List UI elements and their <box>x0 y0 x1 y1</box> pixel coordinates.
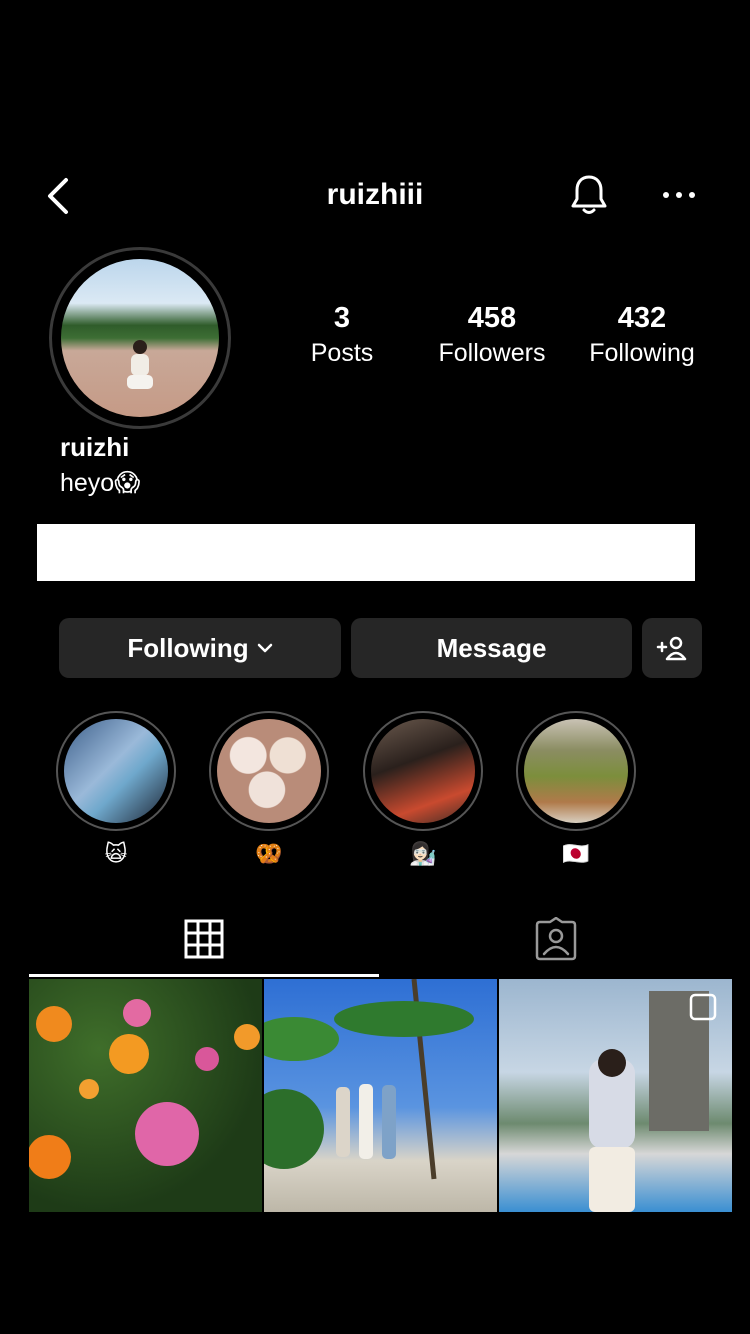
following-button[interactable]: Following <box>59 618 341 678</box>
stat-value: 3 <box>333 302 351 334</box>
post-thumbnail[interactable] <box>264 979 497 1212</box>
highlight-ring <box>363 711 483 831</box>
stat-label: Following <box>589 339 695 367</box>
highlight-cover <box>371 719 475 823</box>
bio-text: heyo😱 <box>60 469 141 497</box>
tab-grid[interactable] <box>29 900 379 978</box>
story-highlight[interactable]: 👩🏻‍🔬 <box>363 711 483 869</box>
stat-value: 458 <box>467 302 517 334</box>
chevron-down-icon <box>257 643 272 653</box>
flowers-photo <box>29 999 260 1179</box>
add-user-icon <box>656 636 687 661</box>
tagged-icon <box>535 917 577 961</box>
highlight-ring <box>516 711 636 831</box>
avatar <box>61 259 219 417</box>
display-name: ruizhi <box>60 432 130 462</box>
highlight-ring <box>209 711 329 831</box>
profile-tabs <box>29 900 732 978</box>
stat-label: Followers <box>438 339 546 367</box>
message-button[interactable]: Message <box>351 618 632 678</box>
highlight-label: 🇯🇵 <box>562 841 590 866</box>
more-options-button[interactable] <box>656 178 702 212</box>
stat-value: 432 <box>617 302 667 334</box>
add-user-button[interactable] <box>642 618 702 678</box>
notifications-button[interactable] <box>566 172 612 218</box>
tab-tagged[interactable] <box>381 900 731 978</box>
building-photo <box>589 991 717 1212</box>
highlight-label: 🥨 <box>255 841 283 866</box>
bell-icon <box>571 175 607 214</box>
story-highlight[interactable]: 🙀 <box>56 711 176 869</box>
post-thumbnail[interactable] <box>499 979 732 1212</box>
palm-trees-photo <box>264 979 474 1180</box>
message-button-label: Message <box>436 632 547 663</box>
highlight-ring <box>56 711 176 831</box>
highlight-cover <box>64 719 168 823</box>
story-highlight[interactable]: 🇯🇵 <box>516 711 636 869</box>
person-silhouette <box>127 340 153 389</box>
more-icon <box>663 192 695 198</box>
story-highlight[interactable]: 🥨 <box>209 711 329 869</box>
profile-avatar-ring[interactable] <box>49 247 231 429</box>
stat-following[interactable]: 432 Following <box>567 300 717 370</box>
profile-header: ruizhiii <box>0 160 750 232</box>
stat-posts[interactable]: 3 Posts <box>267 300 417 370</box>
following-button-label: Following <box>127 632 249 663</box>
posts-grid <box>29 979 732 1212</box>
redacted-bar <box>37 524 695 581</box>
post-thumbnail[interactable] <box>29 979 262 1212</box>
grid-icon <box>184 919 224 959</box>
highlight-cover <box>524 719 628 823</box>
stat-label: Posts <box>310 339 374 367</box>
active-tab-indicator <box>29 974 379 977</box>
highlight-label: 🙀 <box>104 841 128 866</box>
page-title: ruizhiii <box>326 178 424 211</box>
stat-followers[interactable]: 458 Followers <box>417 300 567 370</box>
highlight-cover <box>217 719 321 823</box>
highlight-label: 👩🏻‍🔬 <box>409 841 437 866</box>
